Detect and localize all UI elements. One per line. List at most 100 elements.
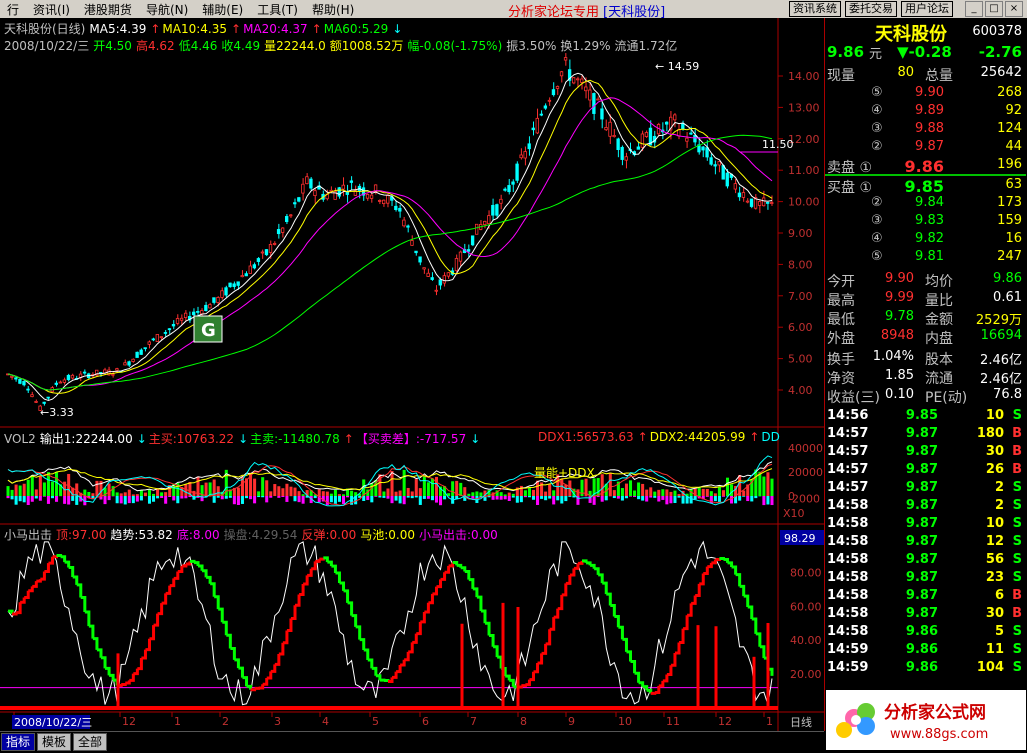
menu-item-0[interactable]: 行 xyxy=(0,1,26,18)
tab-bar: 指标 模板 全部 xyxy=(0,731,824,752)
price-legend-3: MA10:4.35 xyxy=(162,22,227,36)
candle-body xyxy=(717,161,721,166)
sell-level-row: ③ 9.88 124 xyxy=(825,120,1026,138)
buy-level-label: ④ xyxy=(871,231,883,246)
candle-body xyxy=(503,188,507,191)
candles xyxy=(6,53,774,412)
sell-level-label: ⑤ xyxy=(871,85,883,100)
price-ohlc-10: 流通1.72亿 xyxy=(614,39,678,53)
candle-body xyxy=(673,114,677,121)
candle-body xyxy=(563,57,568,61)
tab-1[interactable]: 模板 xyxy=(37,733,72,751)
menu-item-2[interactable]: 港股期货 xyxy=(77,1,139,18)
tick-side: S xyxy=(1012,624,1022,639)
x-axis: 11121234567891011121 xyxy=(13,712,773,728)
vol-ddx-2: DDX2:44205.99 xyxy=(649,430,746,444)
price-legend-2: ↑ xyxy=(150,22,161,36)
candle-body xyxy=(179,317,184,321)
last-price: 9.86 xyxy=(827,43,865,61)
tick-side: S xyxy=(1012,570,1022,585)
candle-body xyxy=(418,256,422,263)
tick-side: S xyxy=(1012,660,1022,675)
tick-time: 14:58 xyxy=(827,624,869,639)
top-button-1[interactable]: 委托交易 xyxy=(845,1,897,17)
buy-vol: 16 xyxy=(1005,231,1022,246)
candle-body xyxy=(531,127,535,131)
candle-body xyxy=(547,99,552,102)
candle-body xyxy=(349,180,354,183)
tick-row: 14:58 9.87 10 S xyxy=(825,515,1026,533)
ma20-line xyxy=(7,97,773,391)
menu-item-5[interactable]: 工具(T) xyxy=(250,1,305,18)
candle-body xyxy=(58,381,62,384)
stat-label: 最低 xyxy=(827,312,855,328)
top-button-0[interactable]: 资讯系统 xyxy=(789,1,841,17)
sell-vol: 124 xyxy=(997,121,1022,136)
tick-time: 14:58 xyxy=(827,606,869,621)
buy-vol: 159 xyxy=(997,213,1022,228)
tab-2[interactable]: 全部 xyxy=(73,733,108,751)
maximize-button[interactable]: □ xyxy=(985,1,1003,17)
stat-value: 9.99 xyxy=(885,290,914,305)
low-price-label: ←3.33 xyxy=(40,406,74,419)
osc-current-value: 98.29 xyxy=(784,532,816,545)
candle-body xyxy=(46,396,50,399)
candle-body xyxy=(422,267,426,270)
tick-row: 14:58 9.87 30 B xyxy=(825,605,1026,623)
candle-body xyxy=(159,336,164,339)
osc-legend-4: 操盘:4.29.54 xyxy=(223,528,298,542)
price-legend-0: 天科股份(日线) xyxy=(4,22,86,36)
buy-price: 9.82 xyxy=(915,231,944,246)
candle-body xyxy=(681,123,685,130)
tick-side: B xyxy=(1012,606,1022,621)
quote-sidebar: 天科股份 600378 9.86 元 ▼-0.28 -2.76 现量 80 总量 25642 ⑤ 9.… xyxy=(824,18,1027,731)
candle-body xyxy=(272,243,277,245)
close-button[interactable]: × xyxy=(1005,1,1023,17)
candle-body xyxy=(369,194,374,199)
sell-vol: 196 xyxy=(997,157,1022,172)
chart-canvas[interactable]: 14.0013.0012.0011.0010.009.008.007.006.0… xyxy=(0,18,824,731)
candle-body xyxy=(483,220,487,226)
tick-side: B xyxy=(1012,462,1022,477)
g-badge-icon[interactable]: G xyxy=(193,315,223,343)
volume-row: 现量 80 总量 25642 xyxy=(825,64,1026,84)
candle-body xyxy=(256,258,261,262)
candle-body xyxy=(26,388,30,391)
period-label: 日线 xyxy=(790,715,812,729)
candle-body xyxy=(127,361,131,366)
candle-body xyxy=(224,287,228,296)
vol-legend-1: 输出1:22244.00 xyxy=(39,432,133,446)
stats-row: 最高 9.99 量比 0.61 xyxy=(825,289,1026,309)
vol-tick-label: -2000 xyxy=(788,492,820,505)
candle-body xyxy=(499,198,503,204)
tick-row: 14:59 9.86 11 S xyxy=(825,641,1026,659)
menu-item-4[interactable]: 辅助(E) xyxy=(195,1,250,18)
ma5-line xyxy=(7,72,773,402)
tick-row: 14:56 9.85 10 S xyxy=(825,407,1026,425)
tab-0[interactable]: 指标 xyxy=(1,733,36,751)
tick-row: 14:57 9.87 2 S xyxy=(825,479,1026,497)
price-change: ▼-0.28 xyxy=(897,43,952,61)
tick-price: 9.87 xyxy=(905,444,938,459)
candle-body xyxy=(42,401,46,404)
chart-area[interactable]: 14.00 13.00 12.00 11.00 10.00 9.00 8.00 7.00 6.0… xyxy=(0,18,824,731)
candle-body xyxy=(559,71,564,77)
menu-item-3[interactable]: 导航(N) xyxy=(139,1,195,18)
candle-body xyxy=(240,275,244,278)
top-button-2[interactable]: 用户论坛 xyxy=(901,1,953,17)
tick-time: 14:58 xyxy=(827,570,869,585)
tick-row: 14:58 9.87 12 S xyxy=(825,533,1026,551)
candle-body xyxy=(470,235,475,246)
menu-item-6[interactable]: 帮助(H) xyxy=(305,1,361,18)
candle-body xyxy=(175,318,180,324)
quote-header: 天科股份 600378 xyxy=(825,18,1026,45)
minimize-button[interactable]: _ xyxy=(965,1,983,17)
menu-item-1[interactable]: 资讯(I) xyxy=(26,1,77,18)
tick-side: S xyxy=(1012,552,1022,567)
buy-level-row: ④ 9.82 16 xyxy=(825,230,1026,248)
price-ohlc-7: 幅-0.08(-1.75%) xyxy=(407,39,503,53)
tick-price: 9.87 xyxy=(905,606,938,621)
candle-body xyxy=(446,272,451,277)
candle-body xyxy=(689,132,693,135)
candle-body xyxy=(276,229,281,235)
